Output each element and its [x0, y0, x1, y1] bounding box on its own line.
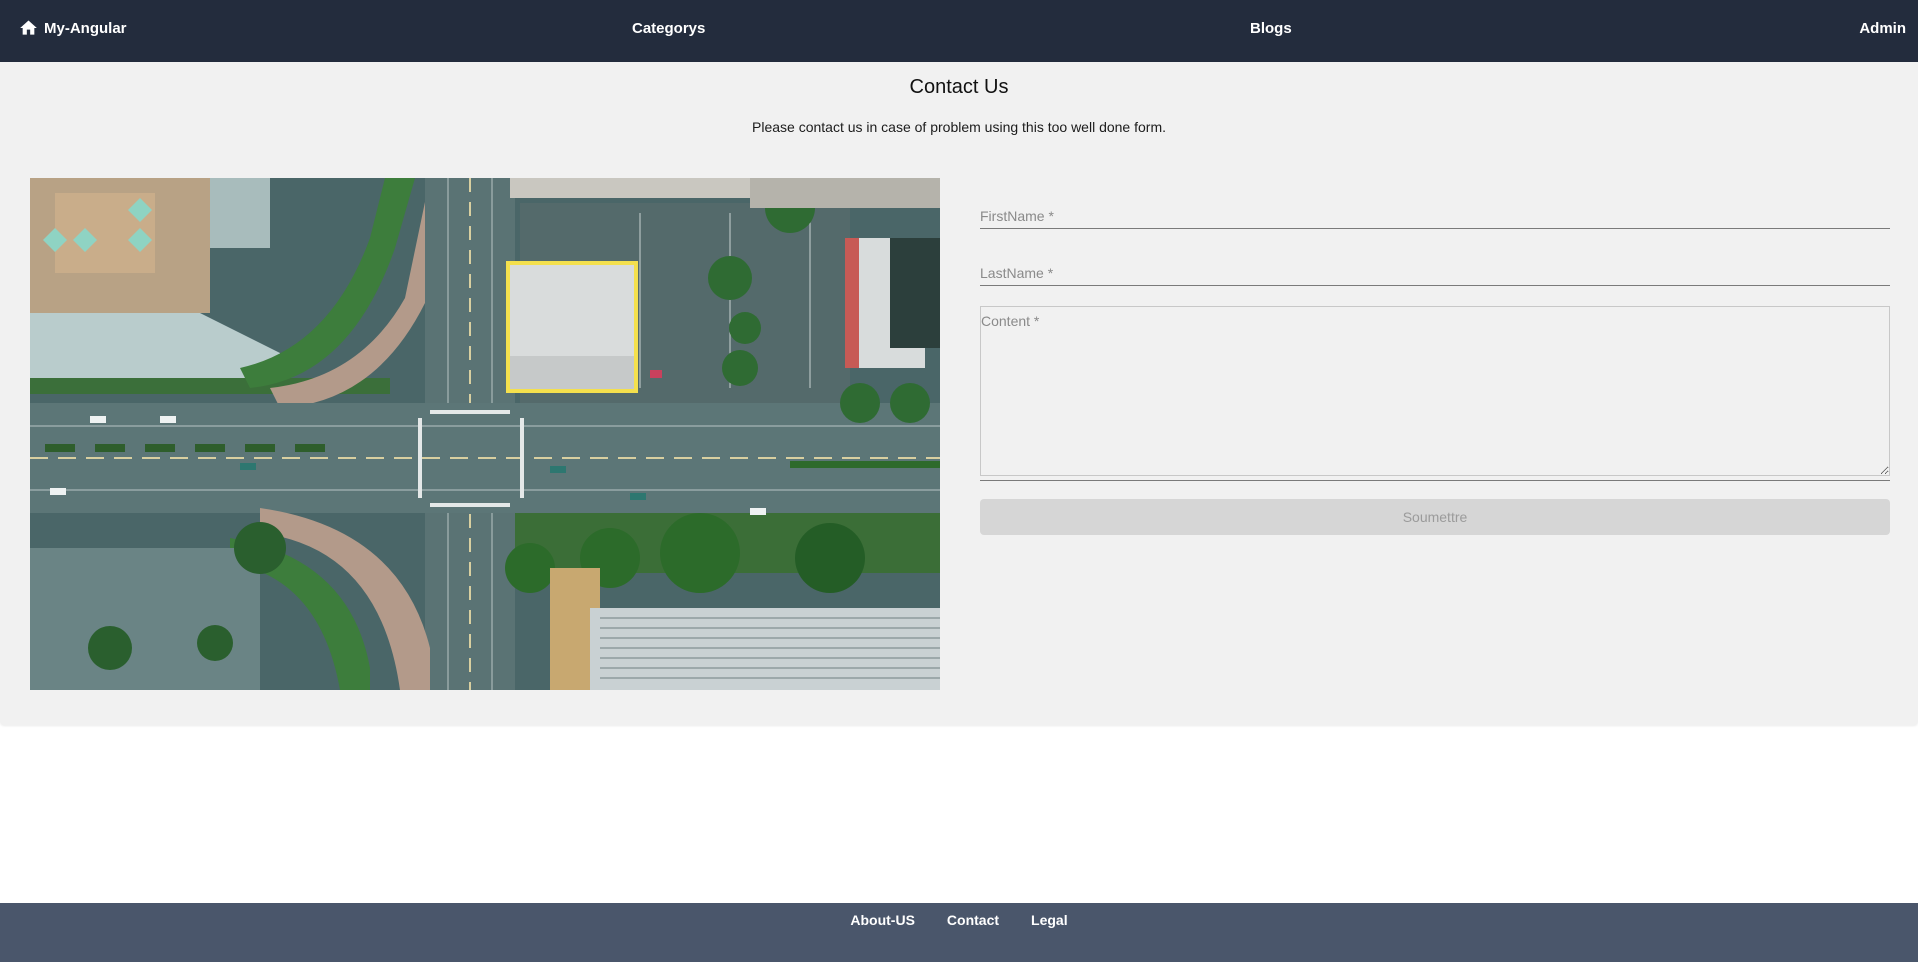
page-title: Contact Us: [909, 76, 1009, 98]
nav-admin[interactable]: Admin: [1859, 20, 1906, 37]
footer-link-about[interactable]: About-US: [850, 912, 915, 928]
nav-categorys[interactable]: Categorys: [632, 20, 705, 37]
content-field: [980, 306, 1890, 481]
aerial-city-image: [30, 178, 940, 690]
home-link[interactable]: My-Angular: [18, 18, 127, 38]
top-navbar: My-Angular Categorys Blogs Admin: [0, 0, 1918, 62]
footer-links: About-US Contact Legal: [0, 912, 1918, 928]
lastname-input[interactable]: [980, 246, 1890, 286]
lastname-field: [980, 246, 1890, 296]
firstname-field: [980, 189, 1890, 239]
submit-button[interactable]: Soumettre: [980, 499, 1890, 535]
content-textarea[interactable]: [980, 306, 1890, 476]
home-icon: [18, 18, 39, 38]
brand-label: My-Angular: [44, 19, 127, 37]
nav-blogs[interactable]: Blogs: [1250, 20, 1292, 37]
page-subtitle: Please contact us in case of problem usi…: [752, 119, 1166, 135]
footer-link-legal[interactable]: Legal: [1031, 912, 1068, 928]
footer-link-contact[interactable]: Contact: [947, 912, 999, 928]
contact-card: Contact Us Please contact us in case of …: [0, 62, 1918, 725]
firstname-input[interactable]: [980, 189, 1890, 229]
footer: About-US Contact Legal: [0, 903, 1918, 962]
